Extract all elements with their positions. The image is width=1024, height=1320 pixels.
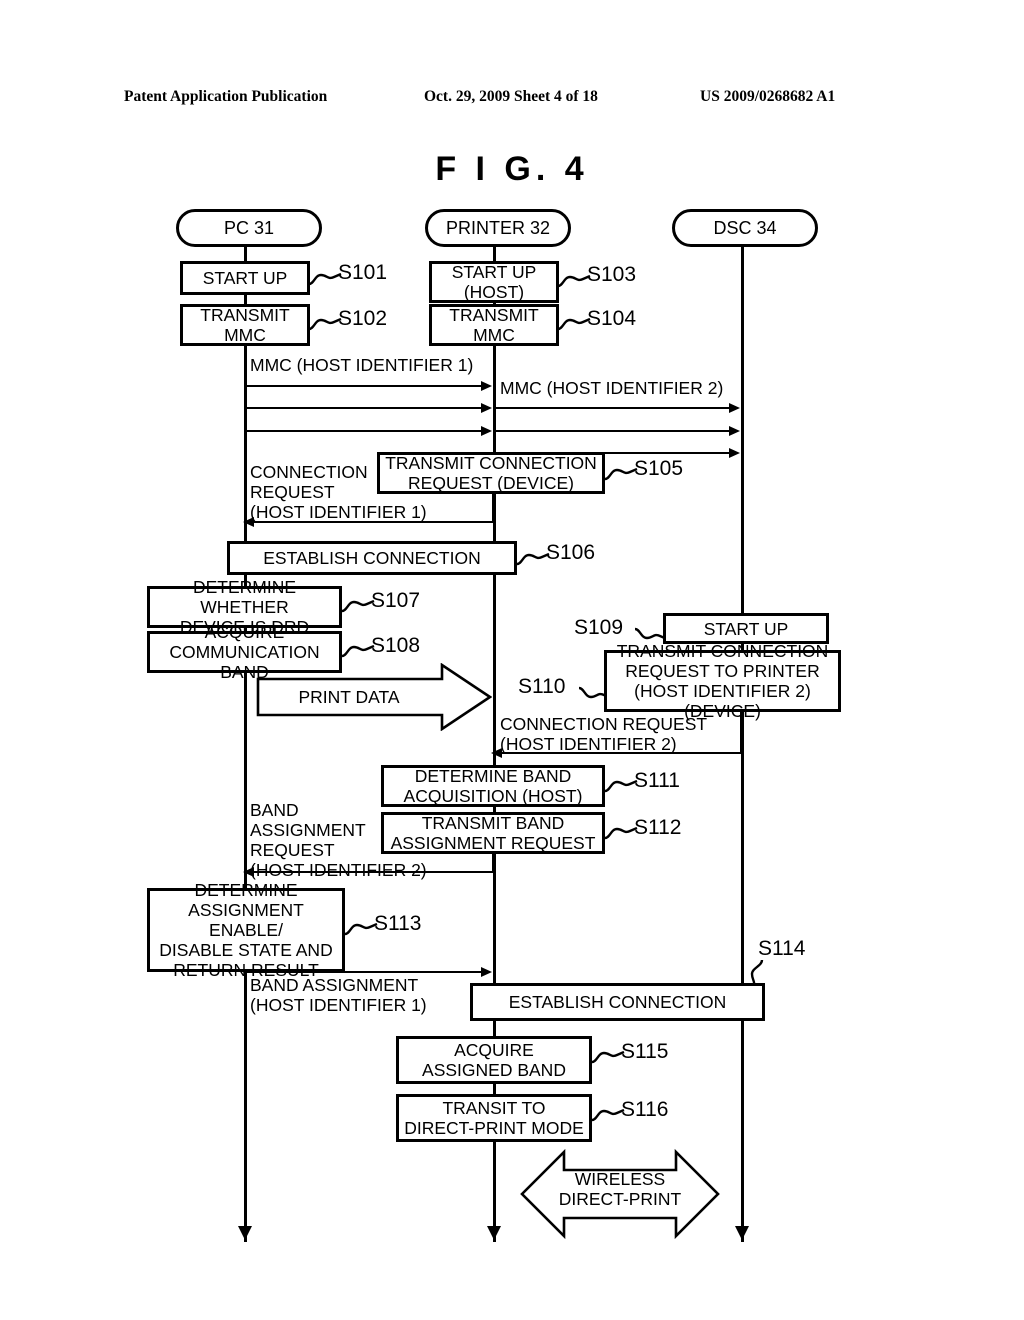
message-drop-bandreq (492, 854, 494, 872)
squiggle-S115 (591, 1050, 625, 1064)
step-box-S106[interactable]: ESTABLISH CONNECTION (227, 541, 517, 575)
step-label-S105: S105 (634, 457, 684, 480)
message-arrowhead-mmc2-a (729, 403, 740, 413)
step-label-S115: S115 (621, 1040, 669, 1063)
step-label-S116: S116 (621, 1098, 669, 1121)
squiggle-S106 (516, 552, 550, 566)
figure-title: F I G. 4 (435, 150, 589, 188)
squiggle-S116 (591, 1108, 625, 1122)
step-label-S107: S107 (371, 589, 421, 612)
lifeline-pc-arrowhead (238, 1226, 252, 1240)
message-line-mmc2-b (495, 430, 730, 432)
step-label-S114: S114 (758, 937, 806, 960)
lifeline-printer (493, 240, 496, 1242)
step-label-S106: S106 (546, 541, 596, 564)
step-label-S108: S108 (371, 634, 421, 657)
step-box-S105[interactable]: TRANSMIT CONNECTION REQUEST (DEVICE) (377, 452, 605, 494)
step-label-S103: S103 (587, 263, 637, 286)
message-line-mmc1-c (246, 430, 482, 432)
squiggle-S112 (604, 826, 638, 840)
step-label-S101: S101 (338, 261, 388, 284)
message-drop-conn1 (492, 494, 494, 522)
message-line-mmc2-a (495, 407, 730, 409)
step-box-S111[interactable]: DETERMINE BAND ACQUISITION (HOST) (381, 765, 605, 807)
lifeline-pc (244, 240, 247, 1242)
step-box-S103[interactable]: START UP (HOST) (429, 261, 559, 303)
step-box-S102[interactable]: TRANSMIT MMC (180, 304, 310, 346)
message-text-bandasg: BAND ASSIGNMENT (HOST IDENTIFIER 1) (250, 975, 427, 1015)
message-arrowhead-bandasg (481, 967, 492, 977)
step-box-S112[interactable]: TRANSMIT BAND ASSIGNMENT REQUEST (381, 812, 605, 854)
message-text-mmc1: MMC (HOST IDENTIFIER 1) (250, 355, 474, 375)
step-box-S116[interactable]: TRANSIT TO DIRECT-PRINT MODE (396, 1094, 592, 1142)
step-box-S104[interactable]: TRANSMIT MMC (429, 304, 559, 346)
patent-figure-page: Patent Application Publication Oct. 29, … (0, 0, 1024, 1320)
actor-printer[interactable]: PRINTER 32 (425, 209, 571, 247)
message-arrowhead-mmc2-b (729, 426, 740, 436)
squiggle-S101 (308, 272, 342, 286)
step-label-S110: S110 (518, 675, 566, 698)
lifeline-dsc-arrowhead (735, 1226, 749, 1240)
message-line-mmc1-b (246, 407, 482, 409)
message-text-mmc2: MMC (HOST IDENTIFIER 2) (500, 378, 724, 398)
header-date-sheet: Oct. 29, 2009 Sheet 4 of 18 (424, 88, 598, 105)
step-label-S113: S113 (374, 912, 422, 935)
squiggle-S104 (557, 317, 591, 331)
header-publication: Patent Application Publication (124, 88, 328, 105)
squiggle-S102 (308, 317, 342, 331)
message-arrowhead-mmc1-c (481, 426, 492, 436)
squiggle-S107 (341, 599, 375, 613)
message-arrowhead-mmc1-a (481, 381, 492, 391)
message-line-mmc1-a (246, 385, 482, 387)
step-box-S109[interactable]: START UP (663, 613, 829, 644)
step-label-S111: S111 (634, 769, 680, 792)
block-arrow-label-wireless-direct-print: WIRELESS DIRECT-PRINT (558, 1169, 682, 1209)
actor-pc[interactable]: PC 31 (176, 209, 322, 247)
step-box-S115[interactable]: ACQUIRE ASSIGNED BAND (396, 1036, 592, 1084)
block-arrow-label-print-data: PRINT DATA (298, 687, 400, 707)
step-box-S108[interactable]: ACQUIRE COMMUNICATION BAND (147, 622, 342, 682)
actor-dsc[interactable]: DSC 34 (672, 209, 818, 247)
message-arrowhead-mmc2-c (729, 448, 740, 458)
step-box-S114[interactable]: ESTABLISH CONNECTION (470, 983, 765, 1021)
squiggle-S108 (341, 644, 375, 658)
message-arrowhead-mmc1-b (481, 403, 492, 413)
step-label-S102: S102 (338, 307, 388, 330)
header-patent-number: US 2009/0268682 A1 (700, 88, 836, 105)
step-box-S113[interactable]: DETERMINE ASSIGNMENT ENABLE/ DISABLE STA… (147, 880, 345, 980)
squiggle-S103 (557, 274, 591, 288)
squiggle-S105 (604, 467, 638, 481)
step-label-S104: S104 (587, 307, 637, 330)
lifeline-printer-arrowhead (487, 1226, 501, 1240)
squiggle-S113 (344, 922, 378, 936)
squiggle-S111 (604, 779, 638, 793)
step-box-S110[interactable]: TRANSMIT CONNECTION REQUEST TO PRINTER (… (604, 641, 841, 721)
step-label-S109: S109 (574, 616, 624, 639)
step-label-S112: S112 (634, 816, 682, 839)
step-box-S101[interactable]: START UP (180, 261, 310, 295)
